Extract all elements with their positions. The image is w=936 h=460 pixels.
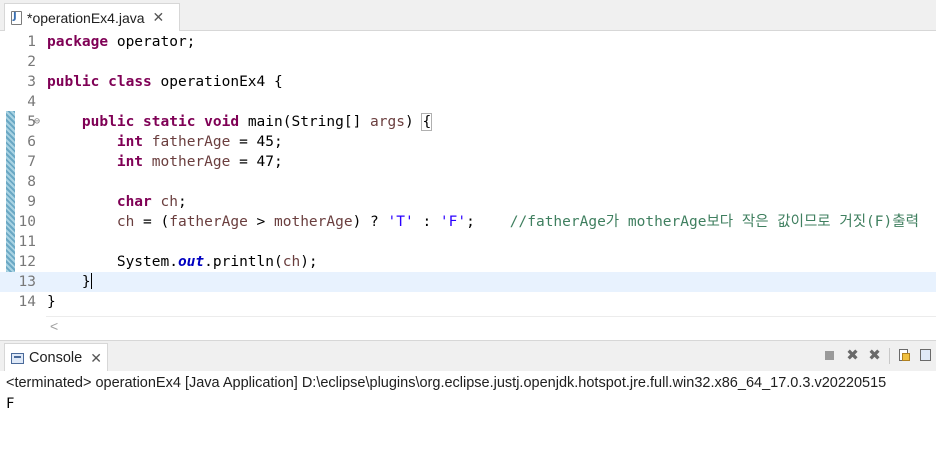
console-icon (11, 352, 24, 364)
code-line[interactable]: 1 package operator; (0, 32, 936, 52)
code-text: } (47, 294, 56, 310)
editor-tab-title: *operationEx4.java (27, 9, 145, 26)
code-text: int fatherAge = 45; (116, 134, 283, 150)
line-number: 9 (27, 194, 36, 210)
line-number: 2 (27, 54, 36, 70)
code-line[interactable]: 7 int motherAge = 47; (0, 152, 936, 172)
code-line[interactable]: 4 (0, 92, 936, 112)
code-line-current[interactable]: 13 } (0, 272, 936, 292)
code-editor[interactable]: 1 package operator; 2 3 public class ope… (0, 31, 936, 337)
line-number: 7 (27, 154, 36, 170)
code-text: } (47, 273, 92, 290)
editor-tab-operationex4[interactable]: *operationEx4.java ✕ (4, 3, 180, 31)
line-number: 6 (27, 134, 36, 150)
code-text: System.out.println(ch); (47, 254, 318, 270)
console-output: F (6, 396, 15, 412)
line-number: 5 (27, 114, 36, 130)
code-line[interactable]: 2 (0, 52, 936, 72)
line-number: 11 (18, 234, 36, 250)
remove-launch-icon[interactable]: ✖ (845, 348, 860, 363)
code-line[interactable]: 12 System.out.println(ch); (0, 252, 936, 272)
line-number: 4 (27, 94, 36, 110)
line-number: 1 (27, 34, 36, 50)
code-line[interactable]: 9 char ch; (0, 192, 936, 212)
code-line[interactable]: 6 int fatherAge = 45; (0, 132, 936, 152)
editor-tab-bar: *operationEx4.java ✕ (0, 0, 936, 31)
code-text: public class operationEx4 { (47, 74, 283, 90)
console-body[interactable]: <terminated> operationEx4 [Java Applicat… (0, 371, 936, 460)
code-line[interactable]: 14 } (0, 292, 936, 312)
pin-console-icon[interactable] (918, 348, 933, 363)
code-text: public static void main(String[] args) { (81, 113, 433, 131)
close-icon[interactable]: ✕ (153, 9, 165, 26)
toolbar-separator (889, 348, 890, 364)
code-text: package operator; (47, 34, 196, 50)
code-text: ch = (fatherAge > motherAge) ? 'T' : 'F'… (116, 214, 919, 230)
line-number: 3 (27, 74, 36, 90)
remove-all-terminated-icon[interactable]: ✖ (867, 348, 882, 363)
line-number: 13 (18, 274, 36, 290)
code-line[interactable]: 10 ch = (fatherAge > motherAge) ? 'T' : … (0, 212, 936, 232)
scroll-left-arrow-icon[interactable]: < (50, 318, 58, 334)
fold-collapse-icon[interactable]: ⊖ (34, 112, 40, 132)
console-tab-title: Console (29, 350, 83, 366)
code-line[interactable]: 8 (0, 172, 936, 192)
line-number: 8 (27, 174, 36, 190)
terminate-icon[interactable] (822, 348, 837, 363)
line-number: 12 (18, 254, 36, 270)
code-text: char ch; (116, 194, 187, 210)
close-icon[interactable]: ✕ (90, 350, 102, 367)
code-line[interactable]: 5 ⊖ public static void main(String[] arg… (0, 112, 936, 132)
console-status: <terminated> operationEx4 [Java Applicat… (6, 375, 887, 391)
console-tab-bar: Console ✕ ✖ ✖ (0, 340, 936, 372)
code-line[interactable]: 3 public class operationEx4 { (0, 72, 936, 92)
console-tab[interactable]: Console ✕ (4, 343, 108, 372)
code-line[interactable]: 11 (0, 232, 936, 252)
clear-console-icon[interactable] (897, 348, 912, 363)
java-file-icon (11, 10, 22, 25)
line-number: 10 (18, 214, 36, 230)
code-text: int motherAge = 47; (116, 154, 283, 170)
horizontal-scrollbar[interactable]: < (46, 316, 936, 337)
line-number: 14 (18, 294, 36, 310)
